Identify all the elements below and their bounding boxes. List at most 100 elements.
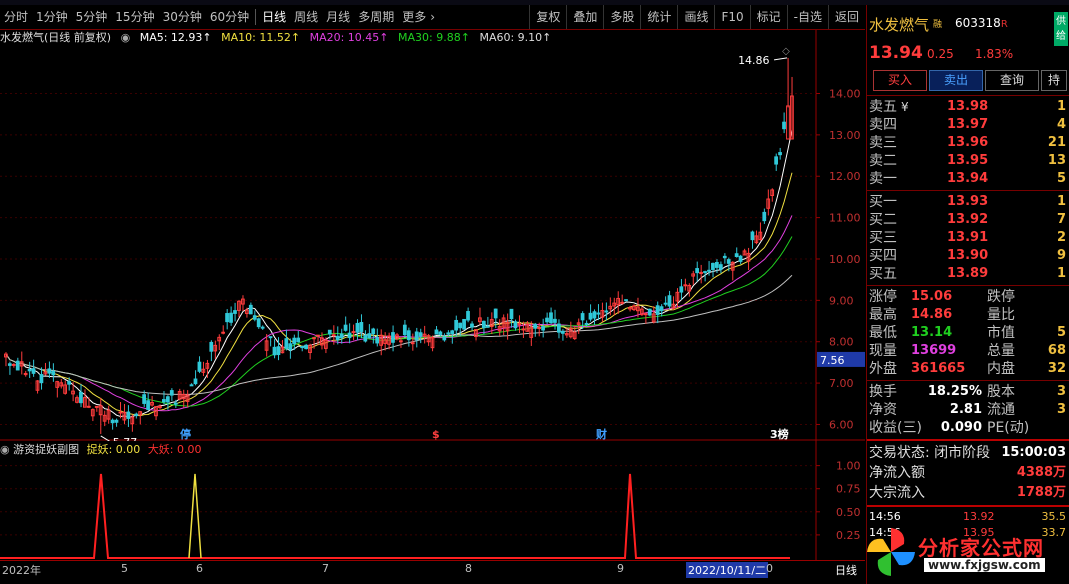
sub-tick-label: 0.25: [836, 529, 861, 542]
toolbar-button[interactable]: -自选: [786, 5, 828, 29]
bid-row-price: 13.91: [947, 230, 989, 245]
toolbar-button[interactable]: 复权: [529, 5, 566, 29]
event-marker: 停: [180, 427, 191, 441]
buy-button[interactable]: 买入: [873, 70, 927, 91]
candle-body: [367, 333, 372, 339]
period-tab[interactable]: 日线: [258, 5, 290, 29]
period-tab[interactable]: 60分钟: [206, 5, 253, 29]
toolbar-button[interactable]: 多股: [603, 5, 640, 29]
bid-row-price: 13.89: [947, 266, 989, 281]
candle-body: [169, 390, 174, 396]
period-tab[interactable]: 月线: [322, 5, 354, 29]
candle-body: [541, 326, 545, 331]
candle-body: [355, 322, 360, 333]
stat-label: 最高: [869, 307, 897, 323]
x-label: 6: [196, 562, 203, 575]
stat-value: 68: [1047, 343, 1066, 358]
ask-row[interactable]: 卖三 13.96 21: [867, 134, 1069, 152]
period-tab[interactable]: 分时: [0, 5, 32, 29]
candle-body: [493, 308, 498, 319]
stat-label: 市值: [987, 325, 1015, 341]
candle-body: [418, 332, 423, 337]
bid-row[interactable]: 买五 13.89 1: [867, 265, 1069, 283]
ask-row-tag: ¥: [901, 100, 909, 114]
bid-row[interactable]: 买二 13.92 7: [867, 211, 1069, 229]
period-tab[interactable]: 周线: [290, 5, 322, 29]
settings-icon[interactable]: ◉: [0, 443, 10, 456]
bid-row-qty: 7: [1056, 212, 1066, 227]
bid-row[interactable]: 买三 13.91 2: [867, 229, 1069, 247]
toolbar-button[interactable]: 画线: [677, 5, 714, 29]
candle-body: [146, 400, 150, 410]
watermark-text: 分析家公式网: [918, 536, 1044, 560]
candle-body: [647, 308, 652, 316]
candle-body: [126, 411, 131, 419]
candle-body: [450, 330, 455, 334]
high-pointer: [773, 57, 788, 61]
candle-body: [782, 121, 786, 130]
candle-body: [304, 344, 308, 350]
candle-body: [110, 419, 115, 424]
ask-row-price: 13.94: [947, 171, 989, 186]
toolbar-button[interactable]: 返回: [827, 5, 865, 29]
period-toolbar: 分时 1分钟 5分钟 15分钟 30分钟 60分钟 日线 周线 月线 多周期 更多 › 复权 叠加 多股…: [0, 5, 865, 30]
candle-body: [31, 368, 36, 374]
candlestick-chart[interactable]: 14.00 13.00 12.00 11.00 10.00 9.00 8.00 7.00 6.0…: [0, 30, 865, 441]
x-label: 0: [766, 562, 773, 575]
x-label: 7: [322, 562, 329, 575]
price-tick-label: 14.00: [829, 88, 861, 101]
ask-row-price: 13.98: [947, 99, 989, 114]
period-label[interactable]: 日线: [835, 562, 857, 578]
ask-row[interactable]: 卖四 13.97 4: [867, 116, 1069, 134]
site-watermark: 分析家公式网 www.fxjgsw.com: [858, 524, 1068, 580]
stat-value: 5: [1056, 325, 1066, 340]
toolbar-button[interactable]: 统计: [640, 5, 677, 29]
sub-title: 游资捉妖副图: [13, 443, 80, 456]
candle-body: [509, 308, 514, 320]
position-button[interactable]: 持: [1041, 70, 1067, 91]
sell-button[interactable]: 卖出: [929, 70, 983, 91]
bid-row-label: 买三: [869, 230, 897, 246]
block-flow-value: 1788万: [1016, 485, 1066, 500]
toolbar-button[interactable]: F10: [714, 5, 749, 29]
period-tab[interactable]: 5分钟: [72, 5, 112, 29]
ma60-line: [5, 274, 793, 395]
tick-volume: 35.5: [1041, 510, 1067, 523]
ask-row-price: 13.96: [947, 135, 989, 150]
candle-body: [134, 413, 139, 417]
candle-body: [296, 337, 301, 343]
ask-row[interactable]: 卖二 13.95 13: [867, 152, 1069, 170]
candle-body: [67, 381, 71, 385]
period-tab[interactable]: 30分钟: [159, 5, 206, 29]
stat-value: 3: [1056, 402, 1066, 417]
block-flow-label: 大宗流入: [869, 485, 925, 501]
event-marker: 财: [595, 427, 607, 441]
candle-body: [272, 346, 277, 356]
period-tab[interactable]: 15分钟: [111, 5, 158, 29]
bid-row[interactable]: 买四 13.90 9: [867, 247, 1069, 265]
toolbar-button[interactable]: 标记: [749, 5, 787, 29]
stat-row: 现量 13699 总量 68: [867, 342, 1069, 360]
ask-row[interactable]: 卖一 13.94 5: [867, 170, 1069, 188]
sub-indicator-chart[interactable]: 1.00 0.75 0.50 0.25: [0, 441, 865, 560]
candle-body: [399, 340, 403, 343]
candle-body: [27, 368, 32, 372]
more-arrow[interactable]: ›: [426, 5, 439, 29]
candle-body: [778, 152, 782, 156]
query-button[interactable]: 查询: [985, 70, 1039, 91]
candle-body: [312, 337, 316, 340]
bid-row-label: 买四: [869, 248, 897, 264]
period-tab[interactable]: 多周期: [354, 5, 398, 29]
price-tick-label: 8.00: [829, 336, 854, 349]
bid-row[interactable]: 买一 13.93 1: [867, 193, 1069, 211]
candle-body: [402, 324, 407, 336]
toolbar-button[interactable]: 叠加: [566, 5, 603, 29]
candle-body: [695, 268, 699, 274]
stat-label: 换手: [869, 384, 897, 400]
candle-body: [173, 402, 178, 405]
ma10-line: [5, 172, 793, 417]
ask-row[interactable]: 卖五 13.98 1 ¥: [867, 98, 1069, 116]
bid-row-price: 13.92: [947, 212, 989, 227]
candle-body: [256, 318, 261, 328]
period-tab[interactable]: 1分钟: [32, 5, 72, 29]
